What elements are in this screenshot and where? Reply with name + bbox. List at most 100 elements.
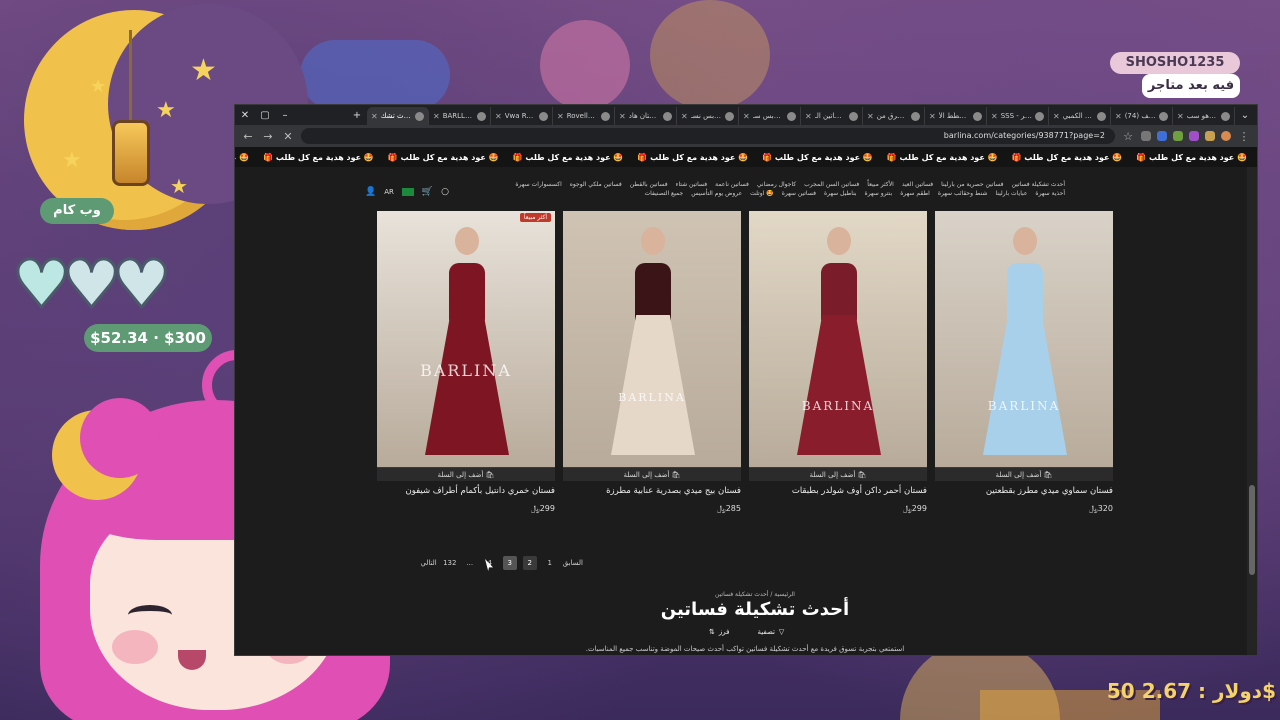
nav-link[interactable]: كاجوال رمضاني [757,181,796,188]
close-tab-icon[interactable]: ✕ [1115,112,1122,121]
close-tab-icon[interactable]: ✕ [1053,112,1060,121]
product-name[interactable]: فستان سماوي ميدي مطرز بقطعتين [935,485,1113,498]
close-tab-icon[interactable]: ✕ [681,112,688,121]
nav-link[interactable]: بناطيل سهرة [824,190,857,197]
user-icon[interactable]: 👤 [365,187,376,197]
scrollbar[interactable] [1247,167,1257,655]
new-tab-button[interactable]: + [347,107,367,125]
browser-window: ⌄ ما هو سب...✕(74) كيف...✕جهاز الكمبي...… [234,104,1258,656]
browser-tab[interactable]: فساتين الـ...✕ [801,107,863,125]
back-icon[interactable]: ← [241,130,255,143]
close-tab-icon[interactable]: ✕ [867,112,874,121]
forward-icon[interactable]: → [261,130,275,143]
close-tab-icon[interactable]: ✕ [805,112,812,121]
close-tab-icon[interactable]: ✕ [743,112,750,121]
browser-tab[interactable]: Vwa Rei... ✕ [491,107,553,125]
page-number-button[interactable]: 1 [543,556,557,570]
page-number-button[interactable]: 2 [522,556,537,570]
close-tab-icon[interactable]: ✕ [991,112,998,121]
nav-link[interactable]: اطقم سهرة [900,190,930,197]
nav-link[interactable]: شنط وحقائب سهرة [938,190,988,197]
add-to-cart-button[interactable]: أضف إلى السلة 🛍 [377,467,555,481]
close-window-icon[interactable]: ✕ [235,107,255,125]
next-page-button[interactable]: التالي [420,556,436,570]
nav-link[interactable]: أحدث تشكيلة فساتين [1012,181,1065,188]
close-icon[interactable]: ✕ [281,130,295,143]
minimize-icon[interactable]: – [275,107,295,125]
page-number-button[interactable]: 3 [502,556,517,570]
product-card[interactable]: BARLINA أضف إلى السلة 🛍 فستان بيج ميدي بصد… [563,211,741,541]
close-tab-icon[interactable]: ✕ [371,112,378,121]
browser-tab[interactable]: المخطط الأ...✕ [925,107,987,125]
close-tab-icon[interactable]: ✕ [433,112,440,121]
browser-tab[interactable]: المرق من...✕ [863,107,925,125]
scrollbar-thumb[interactable] [1249,485,1255,575]
nav-link[interactable]: بنترو سهرة [865,190,893,197]
add-to-cart-button[interactable]: أضف إلى السلة 🛍 [563,467,741,481]
profile-icon[interactable] [1221,131,1231,141]
nav-link[interactable]: فساتين بالقطن [630,181,668,188]
sort-button[interactable]: ⇅ فرز [701,623,738,641]
nav-link[interactable]: أحذية سهرة [1035,190,1065,197]
product-card[interactable]: BARLINA أكثر مبيعاً أضف إلى السلة 🛍 فستان خ… [377,211,555,541]
product-name[interactable]: فستان خمري دانتيل بأكمام أطراف شيفون [377,485,555,498]
browser-tab[interactable]: (74) كيف...✕ [1111,107,1173,125]
product-image[interactable]: BARLINA [935,211,1113,467]
favicon-icon [539,111,548,121]
filter-button[interactable]: تصفية ▽ [749,623,793,641]
browser-tab[interactable]: أحدث تشك...✕ [367,107,429,125]
product-image[interactable]: BARLINA أكثر مبيعاً [377,211,555,467]
extension-icon[interactable] [1205,131,1215,141]
nav-link[interactable]: فساتين السن المجرب [804,181,859,188]
nav-link[interactable]: فساتين ناعمة [715,181,749,188]
cart-icon[interactable]: 🛒 [422,187,433,197]
browser-tab[interactable]: BARLLINA...✕ [429,107,491,125]
nav-link[interactable]: اوتلت 🤩 [750,190,774,197]
browser-tab[interactable]: فستان هاد...✕ [615,107,677,125]
product-card[interactable]: BARLINA أضف إلى السلة 🛍 فستان أحمر داكن أو… [749,211,927,541]
extension-icon[interactable] [1157,131,1167,141]
browser-tab[interactable]: ملابس نسـ...✕ [677,107,739,125]
add-to-cart-button[interactable]: أضف إلى السلة 🛍 [935,467,1113,481]
nav-link[interactable]: الأكثر مبيعاً [867,181,894,188]
nav-link[interactable]: فساتين ملكي الوجوه [570,181,622,188]
search-icon[interactable]: ○ [441,187,449,197]
price-value: 299 [539,504,555,513]
nav-link[interactable]: فساتين العيد [902,181,933,188]
extension-icon[interactable] [1141,131,1151,141]
browser-tab[interactable]: جهاز الكمبي...✕ [1049,107,1111,125]
nav-link[interactable]: اكسسوارات سهرة [515,181,561,188]
close-tab-icon[interactable]: ✕ [1177,112,1184,121]
page-number-button[interactable]: 132 [443,556,457,570]
nav-link[interactable]: فساتين سهرة [782,190,816,197]
browser-tab[interactable]: SSS - سر...✕ [987,107,1049,125]
add-to-cart-button[interactable]: أضف إلى السلة 🛍 [749,467,927,481]
browser-tab[interactable]: Rovella... ✕ [553,107,615,125]
nav-link[interactable]: عروض يوم التأسيس [691,190,742,197]
star-bookmark-icon[interactable]: ☆ [1121,130,1135,143]
browser-tab[interactable]: ما هو سب...✕ [1173,107,1235,125]
close-tab-icon[interactable]: ✕ [929,112,936,121]
product-image[interactable]: BARLINA [749,211,927,467]
product-image[interactable]: BARLINA [563,211,741,467]
close-tab-icon[interactable]: ✕ [619,112,626,121]
close-tab-icon[interactable]: ✕ [495,112,502,121]
extension-icon[interactable] [1173,131,1183,141]
prev-page-button[interactable]: السابق [563,556,583,570]
product-name[interactable]: فستان بيج ميدي بصدرية عنابية مطرزة [563,485,741,498]
nav-link[interactable]: عبايات بارلينا [995,190,1027,197]
menu-icon[interactable]: ⋮ [1237,130,1251,143]
nav-link[interactable]: فساتين حصرية من بارلينا [941,181,1003,188]
tab-search-icon[interactable]: ⌄ [1235,107,1255,125]
browser-tab[interactable]: ملابس سـ...✕ [739,107,801,125]
url-field[interactable]: barlina.com/categories/938771?page=2 [301,128,1115,144]
language-toggle[interactable]: AR [384,188,394,196]
page-number-button[interactable]: 4 [483,556,497,570]
nav-link[interactable]: جميع التصنيفات [644,190,683,197]
product-card[interactable]: BARLINA أضف إلى السلة 🛍 فستان سماوي ميدي م… [935,211,1113,541]
extension-icon[interactable] [1189,131,1199,141]
product-name[interactable]: فستان أحمر داكن أوف شولدر بطبقات [749,485,927,498]
nav-link[interactable]: فساتين شتاء [676,181,708,188]
maximize-icon[interactable]: ▢ [255,107,275,125]
close-tab-icon[interactable]: ✕ [557,112,564,121]
